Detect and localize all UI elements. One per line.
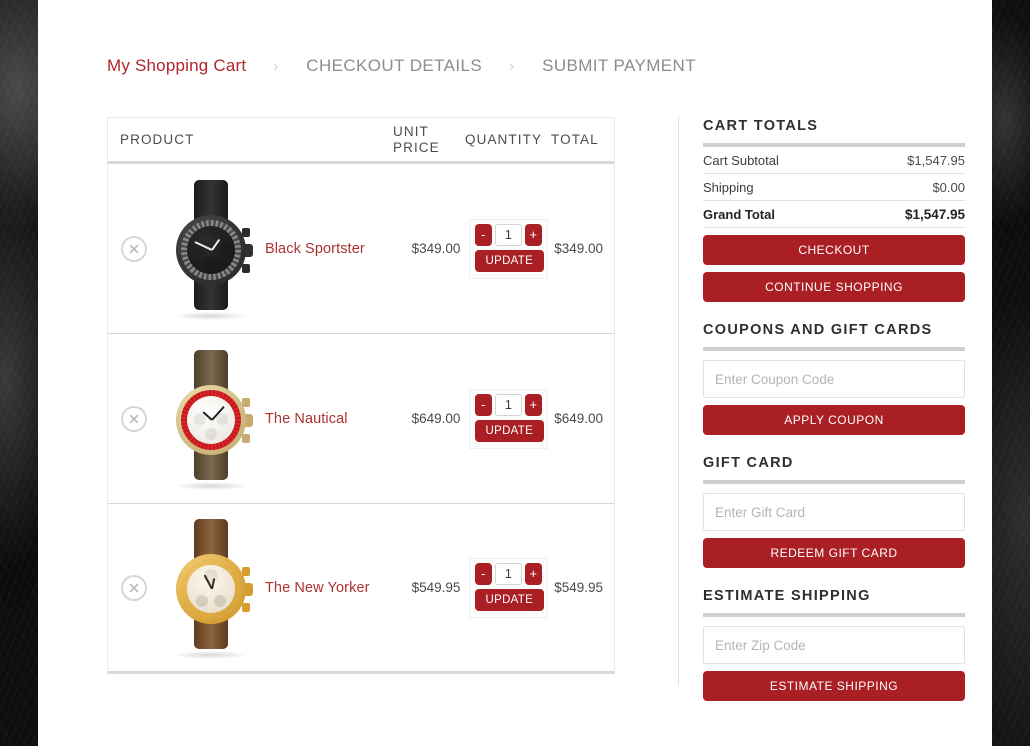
column-header-unit-price-line1: UNIT bbox=[393, 124, 429, 140]
cell-product-name: Black Sportster bbox=[263, 240, 391, 258]
product-link[interactable]: The Nautical bbox=[265, 411, 348, 427]
total-row-shipping: Shipping $0.00 bbox=[703, 174, 965, 201]
checkout-button[interactable]: CHECKOUT bbox=[703, 235, 965, 265]
breadcrumb-chevron-icon: › bbox=[273, 57, 279, 75]
cell-quantity: - + UPDATE bbox=[462, 388, 554, 449]
cell-unit-price: $649.00 bbox=[411, 411, 461, 426]
gift-card-section: GIFT CARD REDEEM GIFT CARD bbox=[703, 455, 965, 568]
cart-table: PRODUCT UNIT PRICE QUANTITY TOTAL Black … bbox=[107, 117, 615, 674]
cart-totals-title: CART TOTALS bbox=[703, 118, 819, 134]
product-image-the-new-yorker[interactable] bbox=[161, 513, 261, 663]
product-image-black-sportster[interactable] bbox=[161, 174, 261, 324]
table-row: The New Yorker $549.95 - + UPDATE $549.9… bbox=[107, 504, 615, 674]
cell-unit-price: $549.95 bbox=[411, 580, 461, 595]
close-circle-icon[interactable] bbox=[120, 405, 147, 432]
total-value: $1,547.95 bbox=[907, 152, 965, 168]
quantity-increment-button[interactable]: + bbox=[524, 393, 542, 416]
quantity-decrement-button[interactable]: - bbox=[474, 223, 492, 246]
redeem-gift-card-button[interactable]: REDEEM GIFT CARD bbox=[703, 538, 965, 568]
cell-thumbnail bbox=[159, 513, 263, 663]
product-image-the-nautical[interactable] bbox=[161, 344, 261, 494]
page-sheet: My Shopping Cart › CHECKOUT DETAILS › SU… bbox=[38, 0, 992, 746]
cell-line-total: $349.00 bbox=[554, 241, 604, 256]
section-rule bbox=[703, 480, 965, 484]
cell-product-name: The New Yorker bbox=[263, 579, 391, 597]
product-link[interactable]: Black Sportster bbox=[265, 241, 365, 257]
update-button[interactable]: UPDATE bbox=[474, 249, 544, 272]
cell-unit-price: $349.00 bbox=[411, 241, 461, 256]
column-header-quantity: QUANTITY bbox=[465, 132, 543, 147]
cell-remove bbox=[108, 574, 159, 601]
section-rule bbox=[703, 613, 965, 617]
checkout-breadcrumb: My Shopping Cart › CHECKOUT DETAILS › SU… bbox=[107, 48, 696, 84]
coupons-section: COUPONS AND GIFT CARDS APPLY COUPON bbox=[703, 322, 965, 435]
product-link[interactable]: The New Yorker bbox=[265, 580, 370, 596]
breadcrumb-step-checkout-details[interactable]: CHECKOUT DETAILS bbox=[306, 56, 482, 76]
section-rule bbox=[703, 347, 965, 351]
cell-product-name: The Nautical bbox=[263, 410, 391, 428]
coupon-code-input[interactable] bbox=[703, 360, 965, 398]
column-header-unit-price: UNIT PRICE bbox=[393, 124, 465, 154]
table-row: Black Sportster $349.00 - + UPDATE $349.… bbox=[107, 164, 615, 334]
total-row-grand-total: Grand Total $1,547.95 bbox=[703, 201, 965, 228]
column-header-total: TOTAL bbox=[551, 132, 599, 147]
total-label: Shipping bbox=[703, 179, 754, 195]
total-label: Cart Subtotal bbox=[703, 152, 779, 168]
estimate-shipping-button[interactable]: ESTIMATE SHIPPING bbox=[703, 671, 965, 701]
column-header-unit-price-line2: PRICE bbox=[393, 139, 440, 155]
coupons-title: COUPONS AND GIFT CARDS bbox=[703, 322, 933, 338]
close-circle-icon[interactable] bbox=[120, 235, 147, 262]
breadcrumb-chevron-icon: › bbox=[509, 57, 515, 75]
quantity-input[interactable] bbox=[494, 393, 522, 416]
cell-line-total: $649.00 bbox=[554, 411, 604, 426]
update-button[interactable]: UPDATE bbox=[474, 588, 544, 611]
breadcrumb-step-submit-payment[interactable]: SUBMIT PAYMENT bbox=[542, 56, 696, 76]
quantity-decrement-button[interactable]: - bbox=[474, 562, 492, 585]
quantity-input[interactable] bbox=[494, 562, 522, 585]
cell-remove bbox=[108, 235, 159, 262]
gift-card-input[interactable] bbox=[703, 493, 965, 531]
quantity-stepper: - + UPDATE bbox=[468, 218, 548, 279]
breadcrumb-step-cart[interactable]: My Shopping Cart bbox=[107, 56, 246, 76]
content-divider bbox=[678, 116, 679, 686]
estimate-shipping-title: ESTIMATE SHIPPING bbox=[703, 588, 871, 604]
total-value: $1,547.95 bbox=[904, 206, 965, 222]
quantity-stepper: - + UPDATE bbox=[468, 557, 548, 618]
cell-thumbnail bbox=[159, 344, 263, 494]
quantity-input[interactable] bbox=[494, 223, 522, 246]
cell-remove bbox=[108, 405, 159, 432]
cell-quantity: - + UPDATE bbox=[462, 557, 554, 618]
close-circle-icon[interactable] bbox=[120, 574, 147, 601]
gift-card-title: GIFT CARD bbox=[703, 455, 794, 471]
cart-totals-section: CART TOTALS Cart Subtotal $1,547.95 Ship… bbox=[703, 118, 965, 302]
cart-sidebar: CART TOTALS Cart Subtotal $1,547.95 Ship… bbox=[703, 118, 965, 701]
cell-quantity: - + UPDATE bbox=[462, 218, 554, 279]
apply-coupon-button[interactable]: APPLY COUPON bbox=[703, 405, 965, 435]
quantity-increment-button[interactable]: + bbox=[524, 562, 542, 585]
estimate-shipping-section: ESTIMATE SHIPPING ESTIMATE SHIPPING bbox=[703, 588, 965, 701]
zip-code-input[interactable] bbox=[703, 626, 965, 664]
update-button[interactable]: UPDATE bbox=[474, 419, 544, 442]
total-label: Grand Total bbox=[703, 206, 775, 222]
quantity-stepper: - + UPDATE bbox=[468, 388, 548, 449]
column-header-product: PRODUCT bbox=[120, 132, 195, 147]
continue-shopping-button[interactable]: CONTINUE SHOPPING bbox=[703, 272, 965, 302]
cart-table-header: PRODUCT UNIT PRICE QUANTITY TOTAL bbox=[107, 117, 615, 164]
quantity-increment-button[interactable]: + bbox=[524, 223, 542, 246]
quantity-decrement-button[interactable]: - bbox=[474, 393, 492, 416]
cell-line-total: $549.95 bbox=[554, 580, 604, 595]
total-row-subtotal: Cart Subtotal $1,547.95 bbox=[703, 147, 965, 174]
table-row: The Nautical $649.00 - + UPDATE $649.00 bbox=[107, 334, 615, 504]
total-value: $0.00 bbox=[932, 179, 965, 195]
cell-thumbnail bbox=[159, 174, 263, 324]
